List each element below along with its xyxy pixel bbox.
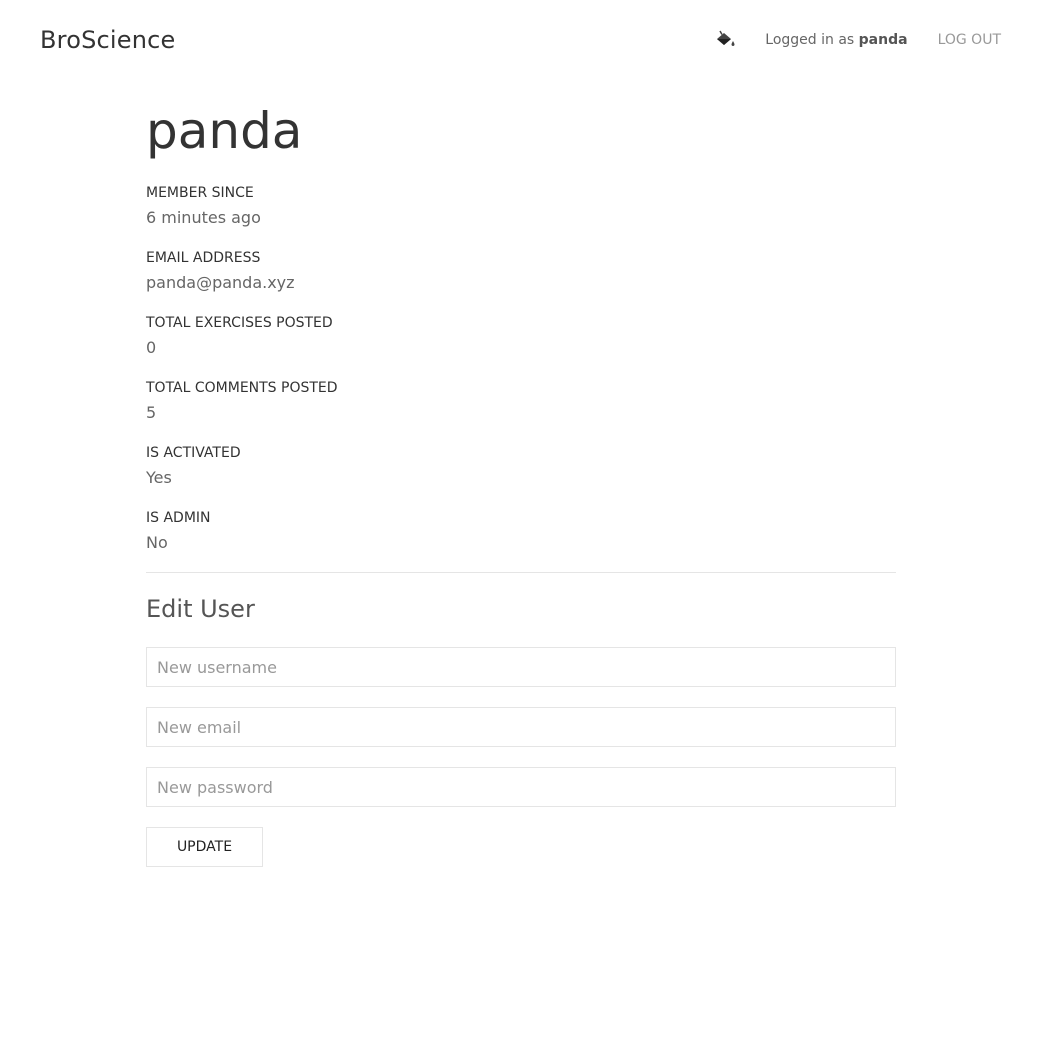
email-address-field: EMAIL ADDRESS panda@panda.xyz: [146, 249, 295, 294]
new-password-input[interactable]: [146, 767, 896, 807]
profile-main: panda MEMBER SINCE 6 minutes ago EMAIL A…: [146, 100, 896, 867]
logged-in-username: panda: [858, 32, 908, 48]
field-value: panda@panda.xyz: [146, 273, 295, 292]
field-label: MEMBER SINCE: [146, 185, 254, 201]
field-value: 0: [146, 338, 157, 357]
profile-username: panda: [146, 102, 303, 160]
nav-right: Logged in as panda LOG OUT: [714, 30, 1001, 50]
logged-in-status: Logged in as panda: [765, 32, 907, 48]
field-value: 5: [146, 403, 157, 422]
field-value: Yes: [146, 468, 172, 487]
total-exercises-field: TOTAL EXERCISES POSTED 0: [146, 314, 333, 359]
edit-user-heading: Edit User: [146, 595, 255, 623]
field-label: EMAIL ADDRESS: [146, 250, 261, 266]
new-email-input[interactable]: [146, 707, 896, 747]
total-comments-field: TOTAL COMMENTS POSTED 5: [146, 379, 338, 424]
member-since-field: MEMBER SINCE 6 minutes ago: [146, 184, 261, 229]
is-admin-field: IS ADMIN No: [146, 509, 211, 554]
is-activated-field: IS ACTIVATED Yes: [146, 444, 241, 489]
field-label: TOTAL EXERCISES POSTED: [146, 315, 333, 331]
brand-logo-link[interactable]: BroScience: [40, 26, 176, 54]
field-label: IS ADMIN: [146, 510, 211, 526]
logged-in-prefix: Logged in as: [765, 32, 855, 48]
section-divider: [146, 572, 896, 573]
field-label: IS ACTIVATED: [146, 445, 241, 461]
paint-bucket-icon[interactable]: [714, 30, 736, 50]
update-button[interactable]: UPDATE: [146, 827, 263, 867]
new-username-input[interactable]: [146, 647, 896, 687]
field-value: 6 minutes ago: [146, 208, 261, 227]
logout-link[interactable]: LOG OUT: [938, 32, 1001, 48]
field-value: No: [146, 533, 168, 552]
top-navbar: BroScience Logged in as panda LOG OUT: [0, 0, 1041, 80]
field-label: TOTAL COMMENTS POSTED: [146, 380, 338, 396]
